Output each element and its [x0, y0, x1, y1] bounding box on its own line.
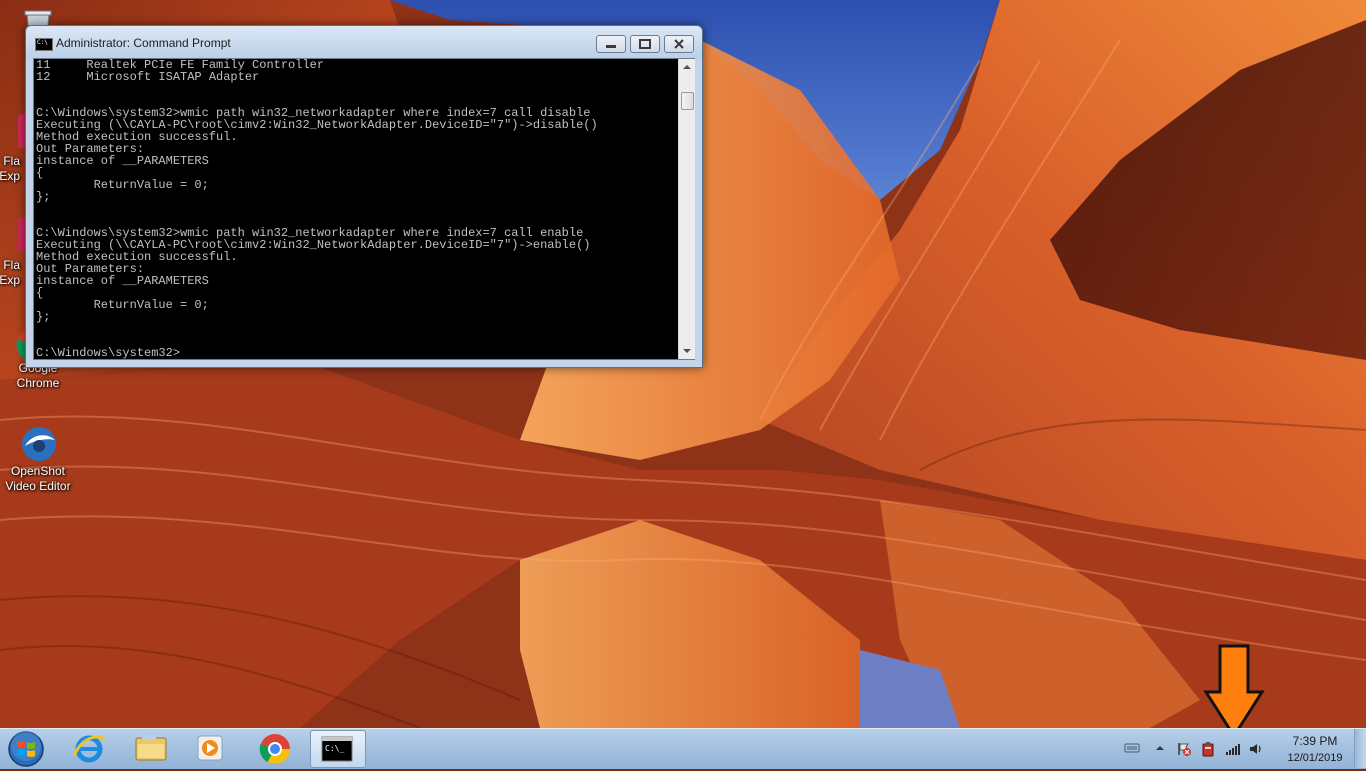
close-icon: [674, 39, 684, 49]
maximize-button[interactable]: [630, 35, 660, 53]
orange-annotation-arrow: [1203, 644, 1265, 739]
openshot-icon: [22, 427, 56, 461]
taskbar-google-chrome[interactable]: [248, 730, 302, 766]
show-hidden-icons-arrow[interactable]: [1155, 741, 1165, 755]
minimize-button[interactable]: [596, 35, 626, 53]
window-title: Administrator: Command Prompt: [56, 36, 231, 50]
scroll-down-arrow-icon[interactable]: [679, 343, 695, 359]
vertical-scrollbar[interactable]: [678, 59, 695, 359]
minimize-icon: [606, 45, 616, 48]
console-line: instance of __PARAMETERS: [36, 274, 209, 288]
network-signal-icon[interactable]: [1224, 741, 1242, 757]
taskbar-internet-explorer[interactable]: [62, 730, 116, 766]
console-line: 12 Microsoft ISATAP Adapter: [36, 70, 260, 84]
chrome-icon: [259, 734, 290, 765]
taskbar-media-player[interactable]: [184, 730, 238, 766]
close-button[interactable]: [664, 35, 694, 53]
openshot-label-line2: Video Editor: [5, 479, 71, 493]
console-line: ReturnValue = 0;: [36, 178, 209, 192]
scroll-up-arrow-icon[interactable]: [679, 59, 695, 75]
console-line: C:\Windows\system32>: [36, 346, 181, 360]
window-titlebar[interactable]: C:\ Administrator: Command Prompt: [26, 26, 702, 58]
console-line: };: [36, 190, 51, 204]
console-area[interactable]: 11 Realtek PCIe FE Family Controller 12 …: [33, 58, 695, 360]
console-line: instance of __PARAMETERS: [36, 154, 209, 168]
maximize-icon: [639, 39, 651, 49]
taskbar: C:\_: [0, 728, 1366, 769]
action-center-flag-icon[interactable]: [1176, 741, 1192, 757]
clock-date[interactable]: 12/01/2019: [1280, 752, 1350, 764]
file-explorer-icon: [135, 735, 167, 761]
openshot-label-line1: OpenShot: [10, 464, 66, 478]
clock-time[interactable]: 7:39 PM: [1282, 734, 1348, 748]
power-icon[interactable]: [1200, 741, 1216, 757]
console-line: };: [36, 310, 51, 324]
command-prompt-window[interactable]: C:\ Administrator: Command Prompt 11 Rea…: [25, 25, 703, 368]
console-line: ReturnValue = 0;: [36, 298, 209, 312]
command-prompt-icon: C:\_: [321, 736, 353, 762]
chrome-label-line2: Chrome: [16, 376, 60, 390]
scroll-thumb[interactable]: [681, 92, 694, 110]
start-button[interactable]: [4, 730, 48, 768]
show-desktop-button[interactable]: [1354, 729, 1366, 768]
volume-icon[interactable]: [1248, 741, 1264, 757]
internet-explorer-icon: [72, 735, 106, 763]
media-player-icon: [197, 735, 223, 761]
command-prompt-icon: C:\: [35, 38, 53, 51]
taskbar-file-explorer[interactable]: [124, 730, 178, 766]
desktop-icon-openshot[interactable]: OpenShot Video Editor: [0, 424, 76, 494]
keyboard-icon[interactable]: [1124, 741, 1140, 755]
taskbar-command-prompt[interactable]: C:\_: [310, 730, 366, 768]
console-output: 11 Realtek PCIe FE Family Controller 12 …: [36, 59, 598, 359]
svg-text:C:\_: C:\_: [325, 744, 344, 753]
